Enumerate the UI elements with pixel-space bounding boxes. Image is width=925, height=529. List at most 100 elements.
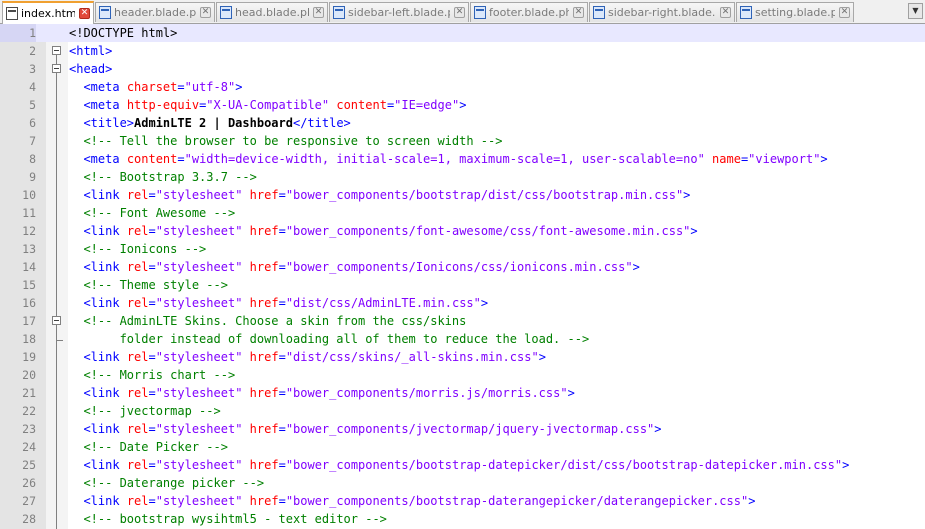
code-line[interactable]: 11 <!-- Font Awesome -->: [0, 204, 925, 222]
chevron-down-icon[interactable]: ▼: [908, 3, 923, 19]
code-text[interactable]: <link rel="stylesheet" href="bower_compo…: [69, 222, 697, 240]
code-line[interactable]: 12 <link rel="stylesheet" href="bower_co…: [0, 222, 925, 240]
code-text[interactable]: <!-- AdminLTE Skins. Choose a skin from …: [69, 312, 466, 330]
close-icon[interactable]: ✕: [200, 7, 211, 18]
code-line[interactable]: 19 <link rel="stylesheet" href="dist/css…: [0, 348, 925, 366]
code-text[interactable]: <title>AdminLTE 2 | Dashboard</title>: [69, 114, 350, 132]
tab-head-blade-php[interactable]: head.blade.php ✕: [216, 2, 328, 22]
tab-header-blade-php[interactable]: header.blade.php ✕: [95, 2, 215, 22]
code-text[interactable]: <!-- Bootstrap 3.3.7 -->: [69, 168, 256, 186]
code-token: =: [148, 422, 156, 436]
code-text[interactable]: <!-- Theme style -->: [69, 276, 228, 294]
line-number: 26: [22, 476, 36, 490]
code-text[interactable]: <link rel="stylesheet" href="bower_compo…: [69, 186, 690, 204]
code-text[interactable]: <!-- Daterange picker -->: [69, 474, 264, 492]
code-text[interactable]: <!-- Tell the browser to be responsive t…: [69, 132, 502, 150]
code-text[interactable]: <!-- bootstrap wysihtml5 - text editor -…: [69, 510, 386, 528]
code-text[interactable]: <link rel="stylesheet" href="dist/css/Ad…: [69, 294, 488, 312]
close-icon[interactable]: ✕: [79, 8, 90, 19]
code-line[interactable]: 4 <meta charset="utf-8">: [0, 78, 925, 96]
code-line[interactable]: 20 <!-- Morris chart -->: [0, 366, 925, 384]
code-line[interactable]: 10 <link rel="stylesheet" href="bower_co…: [0, 186, 925, 204]
tab-sidebar-right-blade-php[interactable]: sidebar-right.blade.php ✕: [589, 2, 735, 22]
code-text[interactable]: <!-- Ionicons -->: [69, 240, 206, 258]
code-text[interactable]: <!-- Font Awesome -->: [69, 204, 235, 222]
code-line[interactable]: 23 <link rel="stylesheet" href="bower_co…: [0, 420, 925, 438]
tab-footer-blade-php[interactable]: footer.blade.php ✕: [470, 2, 588, 22]
code-token: rel: [126, 188, 149, 202]
code-line[interactable]: 14 <link rel="stylesheet" href="bower_co…: [0, 258, 925, 276]
fold-toggle-icon[interactable]: [52, 64, 61, 73]
code-line[interactable]: 3 <head>: [0, 60, 925, 78]
code-token: rel: [126, 458, 149, 472]
code-line[interactable]: 21 <link rel="stylesheet" href="bower_co…: [0, 384, 925, 402]
code-line[interactable]: 9 <!-- Bootstrap 3.3.7 -->: [0, 168, 925, 186]
code-line[interactable]: 13 <!-- Ionicons -->: [0, 240, 925, 258]
code-text[interactable]: <link rel="stylesheet" href="bower_compo…: [69, 384, 574, 402]
code-line[interactable]: 6 <title>AdminLTE 2 | Dashboard</title>: [0, 114, 925, 132]
code-line[interactable]: 7 <!-- Tell the browser to be responsive…: [0, 132, 925, 150]
code-token: folder instead of downloading all of the…: [69, 332, 590, 346]
code-text[interactable]: <link rel="stylesheet" href="dist/css/sk…: [69, 348, 545, 366]
code-editor[interactable]: 1 <!DOCTYPE html> 2 <html> 3 <head> 4 <meta ch…: [0, 24, 925, 529]
code-line[interactable]: 28 <!-- bootstrap wysihtml5 - text edito…: [0, 510, 925, 528]
code-token: =: [278, 188, 286, 202]
code-text[interactable]: <link rel="stylesheet" href="bower_compo…: [69, 492, 755, 510]
code-line[interactable]: 26 <!-- Daterange picker -->: [0, 474, 925, 492]
line-number: 13: [22, 242, 36, 256]
code-line[interactable]: 5 <meta http-equiv="X-UA-Compatible" con…: [0, 96, 925, 114]
code-text[interactable]: <html>: [69, 42, 112, 60]
close-icon[interactable]: ✕: [313, 7, 324, 18]
code-line[interactable]: 1 <!DOCTYPE html>: [0, 24, 925, 42]
fold-toggle-icon[interactable]: [52, 46, 61, 55]
code-line[interactable]: 25 <link rel="stylesheet" href="bower_co…: [0, 456, 925, 474]
code-text[interactable]: <!-- Date Picker -->: [69, 438, 228, 456]
close-icon[interactable]: ✕: [573, 7, 584, 18]
code-text[interactable]: <head>: [69, 60, 112, 78]
code-text[interactable]: <meta charset="utf-8">: [69, 78, 242, 96]
code-token: "stylesheet": [155, 224, 243, 238]
code-token: charset: [126, 80, 178, 94]
close-icon[interactable]: ✕: [720, 7, 731, 18]
code-line[interactable]: 17 <!-- AdminLTE Skins. Choose a skin fr…: [0, 312, 925, 330]
code-token: "stylesheet": [155, 458, 243, 472]
code-text[interactable]: <!DOCTYPE html>: [69, 24, 177, 42]
tab-label: head.blade.php: [235, 6, 309, 19]
file-icon: [740, 6, 752, 19]
code-token: <link: [83, 224, 127, 238]
line-number: 27: [22, 494, 36, 508]
tab-sidebar-left-blade-php[interactable]: sidebar-left.blade.php ✕: [329, 2, 469, 22]
code-line[interactable]: 22 <!-- jvectormap -->: [0, 402, 925, 420]
tab-label: footer.blade.php: [489, 6, 569, 19]
code-line[interactable]: 15 <!-- Theme style -->: [0, 276, 925, 294]
code-text[interactable]: <!-- Morris chart -->: [69, 366, 235, 384]
code-line[interactable]: 8 <meta content="width=device-width, ini…: [0, 150, 925, 168]
code-line[interactable]: 24 <!-- Date Picker -->: [0, 438, 925, 456]
code-text[interactable]: <meta http-equiv="X-UA-Compatible" conte…: [69, 96, 466, 114]
code-token: =: [278, 422, 286, 436]
code-token: =: [278, 350, 286, 364]
code-text[interactable]: <link rel="stylesheet" href="bower_compo…: [69, 420, 661, 438]
tab-index-html[interactable]: index.html ✕: [2, 1, 94, 24]
code-text[interactable]: <link rel="stylesheet" href="bower_compo…: [69, 258, 639, 276]
tab-setting-blade-php[interactable]: setting.blade.php ✕: [736, 2, 854, 22]
line-number: 23: [22, 422, 36, 436]
code-line[interactable]: 18 folder instead of downloading all of …: [0, 330, 925, 348]
code-text[interactable]: <link rel="stylesheet" href="bower_compo…: [69, 456, 849, 474]
code-text[interactable]: <meta content="width=device-width, initi…: [69, 150, 827, 168]
code-line[interactable]: 16 <link rel="stylesheet" href="dist/css…: [0, 294, 925, 312]
fold-toggle-icon[interactable]: [52, 316, 61, 325]
code-text[interactable]: folder instead of downloading all of the…: [69, 330, 590, 348]
code-text[interactable]: <!-- jvectormap -->: [69, 402, 220, 420]
code-token: "stylesheet": [155, 296, 243, 310]
code-token: <link: [83, 386, 127, 400]
code-line[interactable]: 2 <html>: [0, 42, 925, 60]
code-token: "bower_components/morris.js/morris.css": [285, 386, 568, 400]
close-icon[interactable]: ✕: [839, 7, 850, 18]
code-line[interactable]: 27 <link rel="stylesheet" href="bower_co…: [0, 492, 925, 510]
close-icon[interactable]: ✕: [454, 7, 465, 18]
